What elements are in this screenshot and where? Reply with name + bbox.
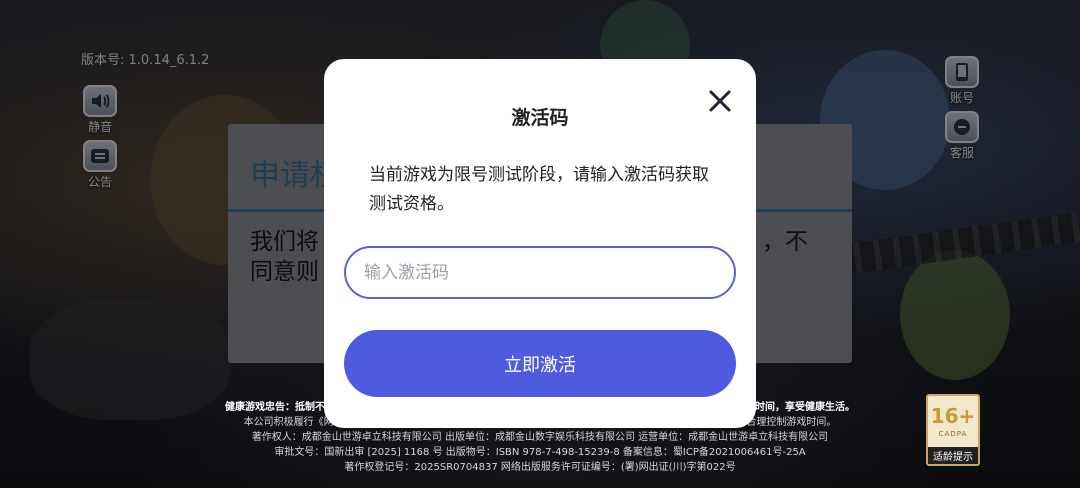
activation-modal: 激活码 当前游戏为限号测试阶段，请输入激活码获取测试资格。 立即激活 (324, 59, 756, 428)
age-rating-org: CADPA (938, 430, 968, 438)
modal-description: 当前游戏为限号测试阶段，请输入激活码获取测试资格。 (369, 165, 709, 214)
modal-title: 激活码 (511, 107, 569, 129)
activate-button[interactable]: 立即激活 (344, 330, 736, 397)
age-rating-tip: 适龄提示 (928, 447, 978, 464)
activation-code-input[interactable] (344, 246, 736, 299)
age-rating-badge[interactable]: 16+ CADPA 适龄提示 (926, 394, 980, 466)
legal-line: 审批文号：国新出审 [2025] 1168 号 出版物号：ISBN 978-7-… (274, 447, 806, 458)
close-button[interactable] (708, 89, 732, 113)
close-icon (709, 90, 731, 112)
age-rating-value: 16+ (930, 404, 976, 428)
legal-line: 著作权人：成都金山世游卓立科技有限公司 出版单位：成都金山数字娱乐科技有限公司 … (251, 432, 829, 443)
legal-line: 著作权登记号：2025SR0704837 网络出版服务许可证编号：(署)网出证(… (344, 462, 736, 473)
